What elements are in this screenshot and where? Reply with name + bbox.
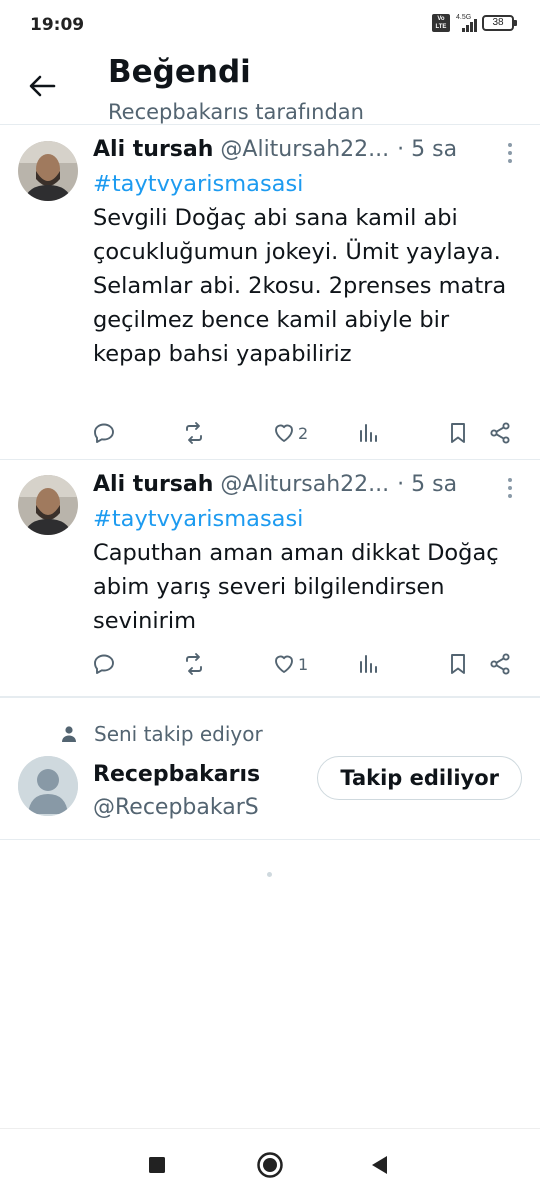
square-icon [149,1157,165,1173]
avatar[interactable] [18,475,78,535]
reply-button[interactable] [92,650,116,678]
bookmark-icon [451,654,465,674]
tweet[interactable]: Ali tursah @Alitursah22... · 5 sa #taytv… [0,460,540,697]
share-button[interactable] [488,650,512,678]
more-vertical-icon[interactable] [504,141,516,165]
status-icons: Vo LTE 4.5G 38 [432,14,517,32]
share-icon [490,653,510,675]
retweet-button[interactable] [182,419,206,447]
reply-button[interactable] [92,419,116,447]
heart-icon [275,655,293,673]
hashtag-link[interactable]: #taytvyarismasasi [93,502,516,536]
like-button[interactable]: 1 [272,650,308,678]
battery-icon: 38 [482,15,517,31]
like-count: 1 [298,654,309,674]
default-avatar-icon [18,756,78,816]
tweet-body: #taytvyarismasasi Caputhan aman aman dik… [93,502,516,638]
heart-icon [275,424,293,442]
home-button[interactable] [256,1151,284,1183]
follows-you-text: Seni takip ediyor [94,722,263,746]
signal-icon: 4.5G [456,14,477,32]
avatar[interactable] [18,756,78,816]
triangle-icon [372,1156,387,1174]
avatar-image [18,475,78,535]
tweet-header: Ali tursah @Alitursah22... · 5 sa [93,472,520,497]
tweet-body: #taytvyarismasasi Sevgili Doğaç abi sana… [93,167,516,371]
like-count: 2 [298,423,309,443]
follows-you-note: Seni takip ediyor [60,722,263,746]
back-button[interactable] [22,66,62,106]
tweet[interactable]: Ali tursah @Alitursah22... · 5 sa #taytv… [0,125,540,460]
recents-button[interactable] [148,1156,166,1178]
views-icon [360,655,377,673]
tweet-text: Caputhan aman aman dikkat Doğaç abim yar… [93,540,499,634]
tweet-actions: 1 [92,650,516,678]
author-name[interactable]: Ali tursah [93,472,213,497]
tweet-time[interactable]: · 5 sa [397,472,457,497]
reply-icon [94,423,114,443]
back-nav-button[interactable] [370,1155,388,1179]
like-button[interactable]: 2 [272,419,308,447]
follower-card[interactable]: Seni takip ediyor Recepbakarıs @Recepbak… [0,697,540,840]
tweet-time[interactable]: · 5 sa [397,137,457,162]
system-nav-bar [0,1128,540,1200]
author-handle[interactable]: @Alitursah22... [220,137,389,162]
retweet-icon [186,653,202,675]
avatar-image [18,141,78,201]
tweet-actions: 2 [92,419,516,447]
bookmark-button[interactable] [446,650,470,678]
tweet-text: Sevgili Doğaç abi sana kamil abi çocuklu… [93,205,507,367]
more-vertical-icon[interactable] [504,476,516,500]
retweet-button[interactable] [182,650,206,678]
bookmark-button[interactable] [446,419,470,447]
bookmark-icon [451,423,465,443]
circle-icon [257,1152,283,1178]
page-subtitle: Recepbakarıs tarafından [108,100,364,124]
author-handle[interactable]: @Alitursah22... [220,472,389,497]
status-bar: 19:09 Vo LTE 4.5G 38 [0,0,540,52]
views-icon [360,424,377,442]
following-button[interactable]: Takip ediliyor [317,756,522,800]
reply-icon [94,654,114,674]
page-title: Beğendi [108,54,251,90]
user-name[interactable]: Recepbakarıs [93,762,260,787]
arrow-left-icon [29,75,56,97]
author-name[interactable]: Ali tursah [93,137,213,162]
views-button[interactable] [356,650,380,678]
tweet-header: Ali tursah @Alitursah22... · 5 sa [93,137,520,162]
share-button[interactable] [488,419,512,447]
person-icon [62,726,76,742]
volte-icon: Vo LTE [432,14,450,32]
user-handle[interactable]: @RecepbakarS [93,795,259,820]
share-icon [490,422,510,444]
hashtag-link[interactable]: #taytvyarismasasi [93,167,516,201]
page-header: Beğendi Recepbakarıs tarafından [0,52,540,124]
loading-indicator [267,872,272,877]
retweet-icon [186,422,202,444]
avatar[interactable] [18,141,78,201]
views-button[interactable] [356,419,380,447]
status-time: 19:09 [30,15,85,35]
